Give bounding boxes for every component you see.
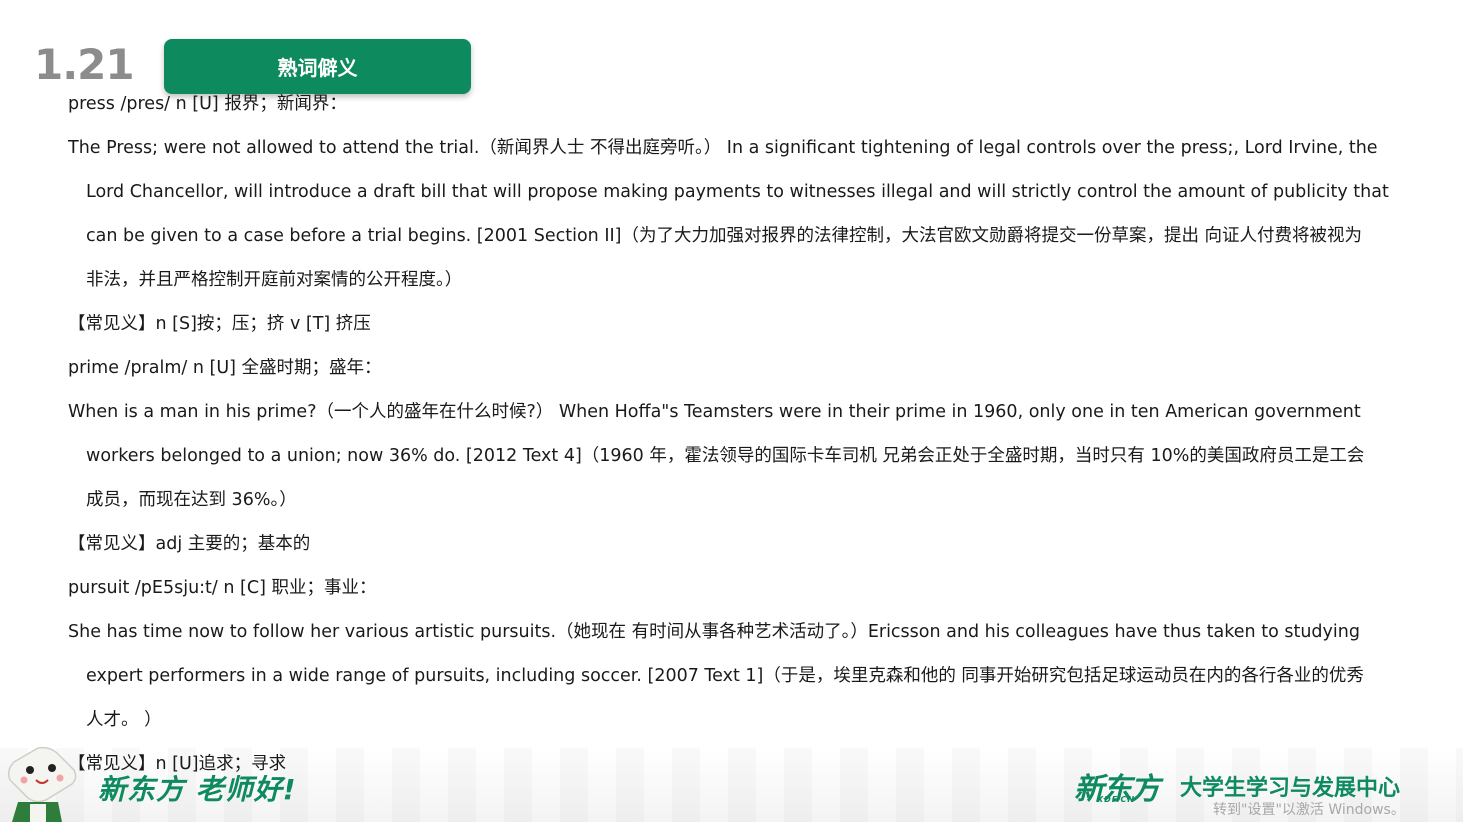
example-line: can be given to a case before a trial be… (86, 226, 1363, 246)
entry-headword-press: press /pres/ n [U] 报界；新闻界： (68, 94, 347, 114)
example-line: When is a man in his prime?（一个人的盛年在什么时候?… (68, 402, 1361, 422)
brand-logo-subtext: XDF.CN (1097, 795, 1136, 804)
example-line: 人才。 ） (86, 710, 162, 730)
common-meaning-line: 【常见义】adj 主要的；基本的 (68, 534, 311, 554)
example-line: workers belonged to a union; now 36% do.… (86, 446, 1365, 466)
common-meaning-line: 【常见义】n [S]按；压；挤 v [T] 挤压 (68, 314, 371, 334)
example-line: She has time now to follow her various a… (68, 622, 1360, 642)
center-name: 大学生学习与发展中心 (1180, 776, 1401, 801)
example-line: 非法，并且严格控制开庭前对案情的公开程度。） (86, 270, 463, 290)
example-line: Lord Chancellor, will introduce a draft … (86, 182, 1389, 202)
entry-headword-prime: prime /pralm/ n [U] 全盛时期；盛年： (68, 358, 382, 378)
vocabulary-content: press /pres/ n [U] 报界；新闻界： The Press; we… (0, 0, 1463, 822)
entry-headword-pursuit: pursuit /pE5sju:t/ n [C] 职业；事业： (68, 578, 377, 598)
example-line: expert performers in a wide range of pur… (86, 666, 1364, 686)
footer-slogan: 新东方 老师好! (98, 773, 297, 806)
example-line: The Press; were not allowed to attend th… (68, 138, 1378, 158)
windows-activation-watermark: 转到"设置"以激活 Windows。 (1213, 802, 1405, 818)
mascot-icon (7, 746, 77, 822)
example-line: 成员，而现在达到 36%。） (86, 490, 297, 510)
